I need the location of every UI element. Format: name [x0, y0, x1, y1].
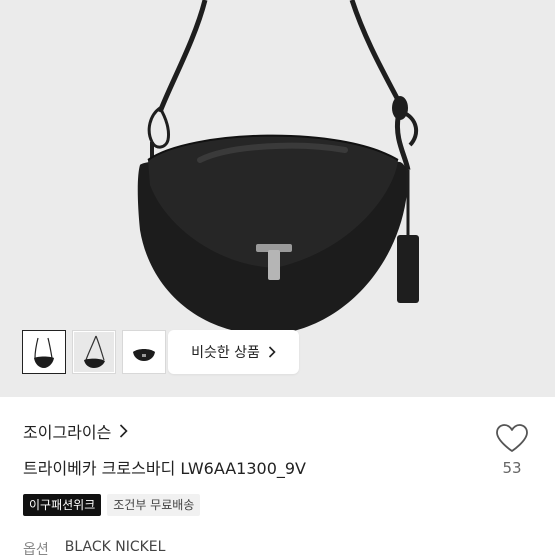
- brand-name: 조이그라이슨: [23, 423, 112, 442]
- brand-link[interactable]: 조이그라이슨: [23, 419, 128, 443]
- shipping-badge: 조건부 무료배송: [107, 494, 201, 516]
- thumbnail-2[interactable]: [72, 330, 116, 374]
- product-title: 트라이베카 크로스바디 LW6AA1300_9V: [23, 459, 306, 478]
- product-info: 조이그라이슨 트라이베카 크로스바디 LW6AA1300_9V 53 이구패션위…: [0, 397, 555, 555]
- event-badge: 이구패션위크: [23, 494, 102, 516]
- thumbnail-1[interactable]: [22, 330, 66, 374]
- bag-thumbnail-icon: [74, 332, 114, 372]
- bag-thumbnail-icon: [34, 337, 54, 368]
- chevron-right-icon: [120, 424, 128, 438]
- product-image-gallery[interactable]: 비슷한 상품: [0, 0, 555, 397]
- product-page: 비슷한 상품 조이그라이슨 트라이베카 크로스바디 LW6AA1300_9V 5…: [0, 0, 555, 555]
- similar-products-label: 비슷한 상품: [191, 345, 260, 361]
- option-value: BLACK NICKEL: [64, 539, 166, 555]
- thumbnail-strip: [22, 330, 166, 374]
- chevron-right-icon: [268, 346, 276, 358]
- similar-products-button[interactable]: 비슷한 상품: [168, 330, 299, 374]
- option-label: 옵션: [23, 542, 49, 555]
- bag-thumbnail-icon: [133, 349, 155, 361]
- like-button[interactable]: 53: [494, 423, 530, 477]
- heart-icon: [496, 424, 528, 452]
- option-row: 옵션 BLACK NICKEL: [23, 539, 165, 555]
- badge-list: 이구패션위크 조건부 무료배송: [23, 494, 201, 516]
- like-count: 53: [502, 459, 522, 477]
- thumbnail-3[interactable]: [122, 330, 166, 374]
